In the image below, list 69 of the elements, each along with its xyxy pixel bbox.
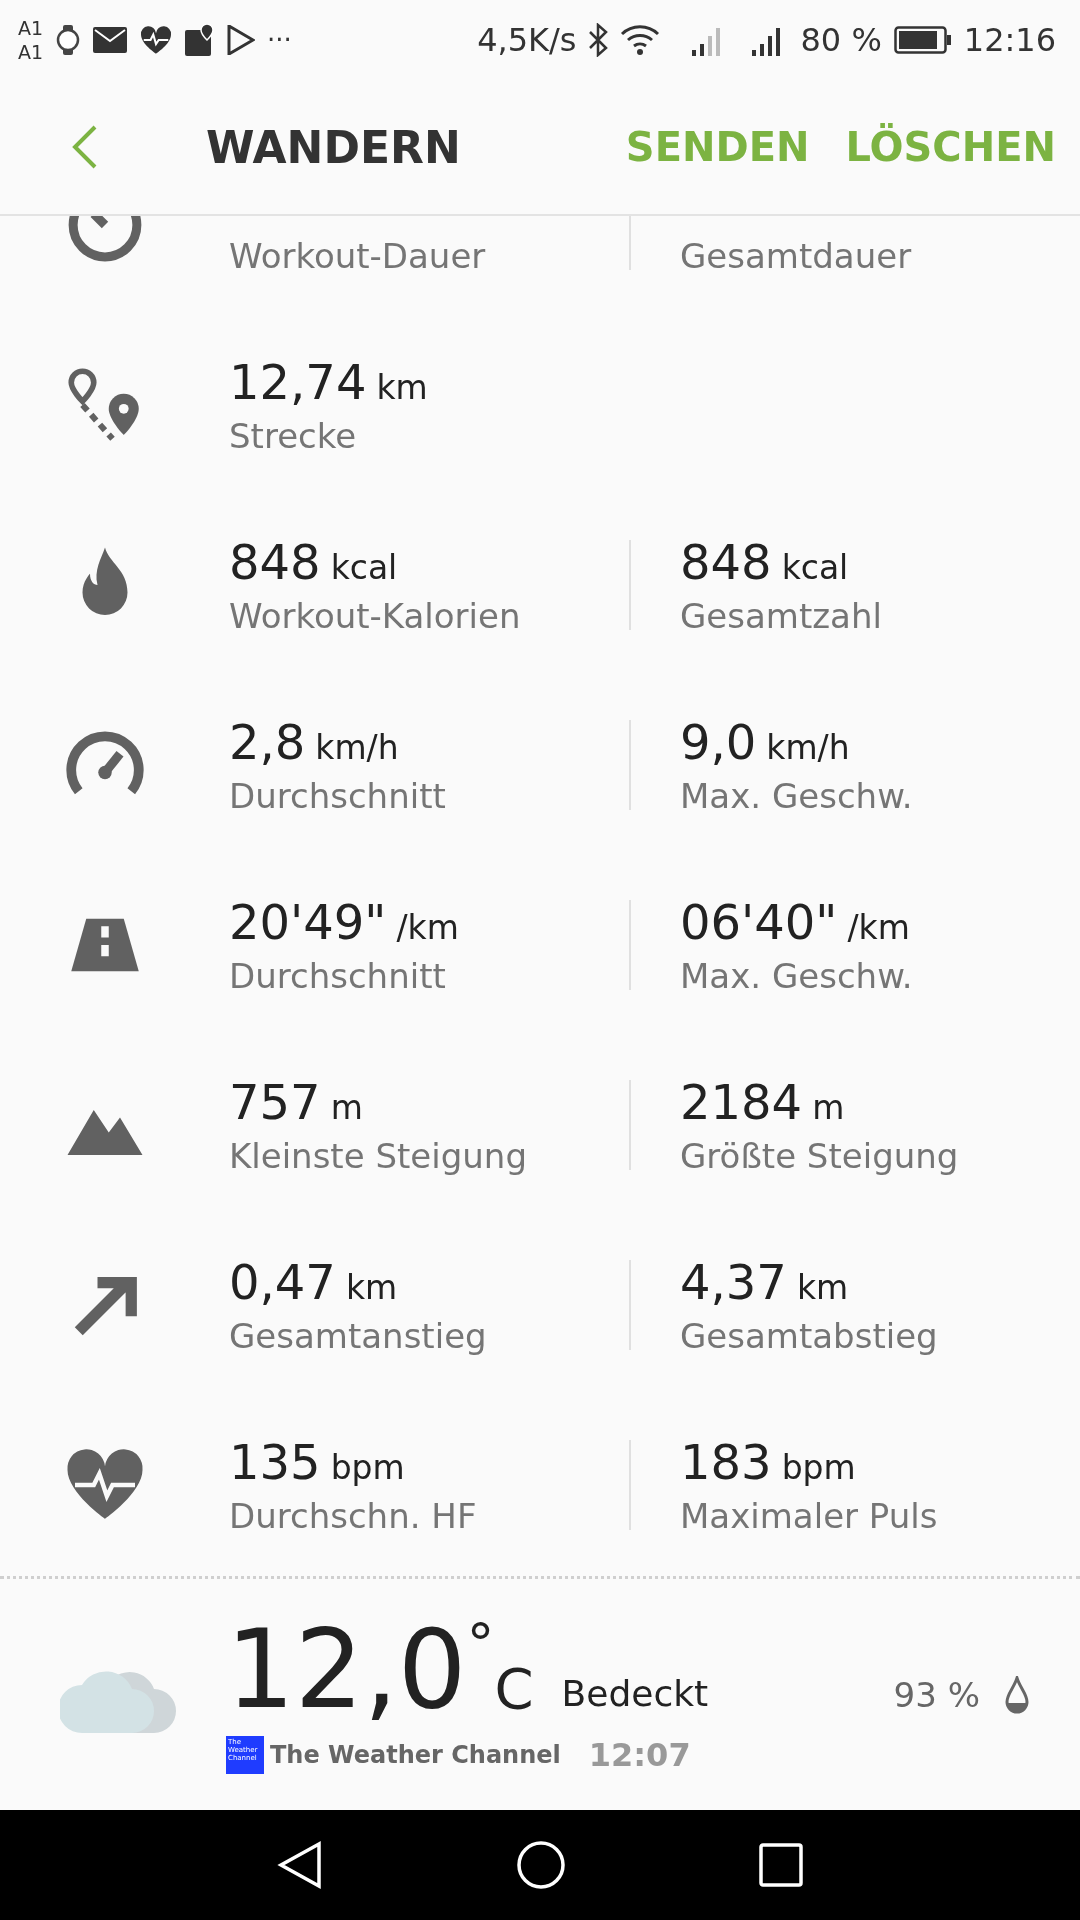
metric-value: 2,8 [229,714,306,770]
metric-value: 183 [680,1434,772,1490]
metric-unit: bpm [330,1448,405,1487]
metric-unit: km/h [766,728,850,767]
watch-icon [55,24,82,56]
metric-unit: /km [396,908,459,947]
humidity-drop-icon [1004,1675,1030,1714]
carrier-label: A1 [18,40,44,64]
metric-value: 9,0 [680,714,757,770]
metric-label: Durchschnitt [229,776,447,816]
metric-value: 848 [229,534,321,590]
metric-value: 135 [229,1434,321,1490]
network-speed: 4,5K/s [477,21,577,59]
carrier-label: A1 [18,16,44,40]
metric-unit: km [796,1268,849,1307]
more-label: ··· [267,25,292,55]
page-title: WANDERN [206,121,462,173]
map-pin-icon [185,24,216,56]
metric-label: Maximaler Puls [680,1496,939,1536]
metric-unit: m [330,1088,363,1127]
back-nav-button[interactable] [276,1840,323,1890]
metric-label: Durchschn. HF [229,1496,478,1536]
metric-unit: km [345,1268,398,1307]
temperature-unit: C [494,1654,534,1723]
header-action-button[interactable]: LÖSCHEN [845,124,1056,170]
degree-sign: ° [466,1615,495,1672]
metric-unit: kcal [781,548,849,587]
recents-nav-button[interactable] [759,1843,804,1887]
metric-value: 20'49" [229,894,387,950]
metric-unit: bpm [781,1448,856,1487]
metric-label: Workout-Kalorien [229,596,522,636]
battery-percent: 80 % [800,21,882,59]
metric-unit: km [376,368,428,407]
metric-label: Max. Geschw. [680,956,914,996]
metric-label: Größte Steigung [680,1136,960,1176]
metric-value: 12,74 [229,354,367,410]
metric-unit: km/h [315,728,399,767]
metric-unit: /km [847,908,910,947]
temperature-value: 12,0 [226,1615,467,1724]
metric-label: Durchschnitt [229,956,447,996]
metric-label: Strecke [229,416,358,456]
bluetooth-icon [588,23,609,57]
metric-value: 2184 [680,1074,803,1130]
metric-label: Gesamtdauer [680,236,913,276]
back-chevron-icon [71,123,99,171]
clock-time: 12:16 [963,21,1056,59]
metric-label: Gesamtzahl [680,596,883,636]
metric-unit: kcal [330,548,398,587]
metric-label: Max. Geschw. [680,776,914,816]
mail-icon [93,27,128,53]
metric-unit: m [812,1088,845,1127]
metric-value: 0,47 [229,1254,336,1310]
metric-value: 757 [229,1074,321,1130]
wifi-icon [620,24,661,56]
metric-value: 06'40" [680,894,838,950]
humidity-value: 93 % [893,1674,980,1715]
heart-rate-icon [139,25,174,55]
metric-label: Kleinste Steigung [229,1136,528,1176]
metric-value: 4,37 [680,1254,787,1310]
metric-label: Workout-Dauer [229,236,487,276]
metric-label: Gesamtanstieg [229,1316,488,1356]
provider-name: The Weather Channel [270,1740,561,1769]
metric-label: Gesamtabstieg [680,1316,939,1356]
battery-icon [893,26,952,54]
home-nav-button[interactable] [516,1840,566,1890]
header-action-button[interactable]: SENDEN [625,124,810,170]
metric-value: 848 [680,534,772,590]
weather-time: 12:07 [588,1735,691,1774]
weather-condition: Bedeckt [561,1671,709,1716]
